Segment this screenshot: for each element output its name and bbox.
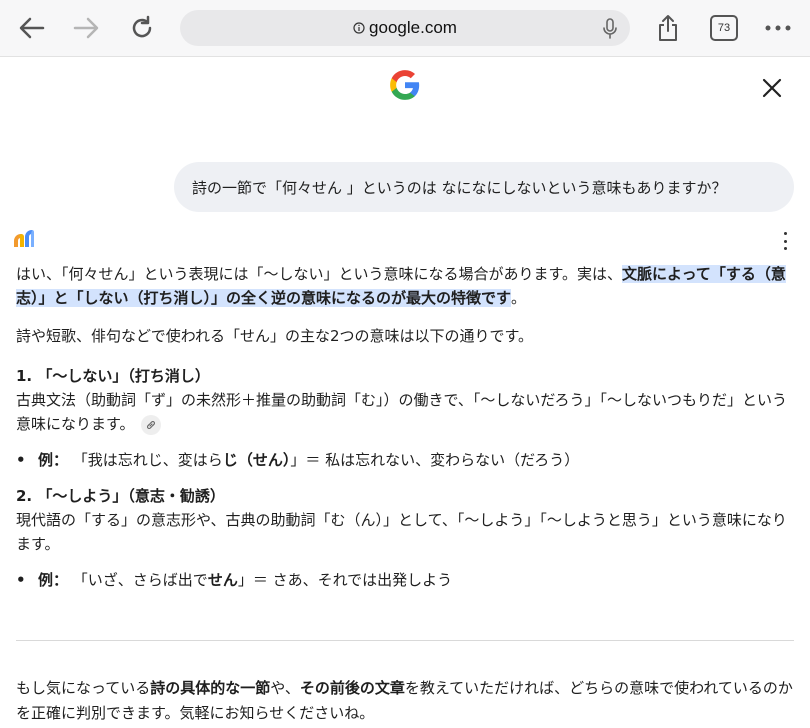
divider	[16, 640, 794, 641]
section-body-1: 古典文法（助動詞「ず」の未然形＋推量の助動詞「む」）の働きで、「〜しないだろう」…	[16, 388, 796, 436]
user-query-bubble: 詩の一節で「何々せん 」というのは なになにしないという意味もありますか？	[174, 162, 794, 212]
closing-t2: や、	[270, 679, 300, 697]
more-options-button[interactable]	[778, 232, 792, 250]
closing-b1: 詩の具体的な一節	[150, 679, 271, 697]
share-icon	[659, 15, 677, 41]
section-heading-1: 1. 「〜しない」（打ち消し）	[16, 367, 210, 385]
reload-icon	[132, 15, 152, 38]
more-vertical-icon	[783, 232, 787, 235]
example-1-bold: じ（せん）	[222, 451, 291, 469]
answer-closing: もし気になっている詩の具体的な一節や、その前後の文章を教えていただければ、どちら…	[16, 676, 796, 726]
arrow-right-icon	[73, 17, 99, 39]
google-logo	[388, 68, 422, 102]
section-heading-2: 2. 「〜しよう」（意志・勧誘）	[16, 487, 225, 505]
url-text: google.com	[369, 18, 457, 37]
link-icon	[146, 420, 155, 429]
more-vertical-dot	[783, 247, 787, 250]
google-g-icon	[390, 70, 420, 100]
example-2-a: 「いざ、さらば出で	[72, 571, 208, 589]
bullet-dot: •	[16, 451, 26, 469]
example-2-text: 例： 「いざ、さらば出でせん」＝ さあ、それでは出発しよう	[38, 568, 452, 592]
mic-button[interactable]	[602, 18, 618, 44]
intro-text: はい、「何々せん」という表現には「〜しない」という意味になる場合があります。実は…	[16, 265, 623, 283]
section-body-1-text: 古典文法（助動詞「ず」の未然形＋推量の助動詞「む」）の働きで、「〜しないだろう」…	[16, 391, 788, 433]
example-2-bold: せん	[207, 571, 238, 589]
browser-toolbar: google.com 73	[0, 0, 810, 57]
example-item-2: • 例： 「いざ、さらば出でせん」＝ さあ、それでは出発しよう	[16, 568, 796, 592]
ai-mode-icon	[12, 227, 36, 251]
example-1-b: 」＝ 私は忘れない、変わらない（だろう）	[290, 451, 580, 469]
ai-answer: はい、「何々せん」という表現には「〜しない」という意味になる場合があります。実は…	[16, 262, 796, 592]
example-item-1: • 例： 「我は忘れじ、変はらじ（せん）」＝ 私は忘れない、変わらない（だろう）	[16, 448, 796, 472]
reload-button[interactable]	[124, 10, 160, 46]
example-2-b: 」＝ さあ、それでは出発しよう	[237, 571, 453, 589]
example-label: 例：	[38, 571, 69, 589]
close-button[interactable]	[758, 74, 786, 102]
tabs-button[interactable]: 73	[710, 15, 738, 41]
info-icon	[353, 22, 365, 34]
arrow-left-icon	[19, 17, 45, 39]
menu-button[interactable]	[760, 10, 796, 46]
answer-subtitle: 詩や短歌、俳句などで使われる「せん」の主な2つの意味は以下の通りです。	[16, 327, 533, 345]
bullet-dot: •	[16, 571, 26, 589]
more-horizontal-icon	[765, 25, 791, 31]
example-1-text: 例： 「我は忘れじ、変はらじ（せん）」＝ 私は忘れない、変わらない（だろう）	[38, 448, 579, 472]
answer-intro: はい、「何々せん」という表現には「〜しない」という意味になる場合があります。実は…	[16, 262, 796, 312]
closing-t1: もし気になっている	[16, 679, 151, 697]
section-body-2: 現代語の「する」の意志形や、古典の助動詞「む（ん）」として、「〜しよう」「〜しよ…	[16, 511, 787, 553]
back-button[interactable]	[14, 10, 50, 46]
microphone-icon	[603, 18, 617, 39]
example-1-a: 「我は忘れじ、変はら	[72, 451, 223, 469]
share-button[interactable]	[650, 10, 686, 46]
forward-button[interactable]	[68, 10, 104, 46]
intro-end: 。	[511, 289, 527, 307]
user-query-text: 詩の一節で「何々せん 」というのは なになにしないという意味もありますか？	[192, 178, 727, 197]
example-label: 例：	[38, 451, 69, 469]
source-link-button[interactable]	[140, 414, 161, 435]
sparkle-icon	[14, 230, 34, 247]
close-icon	[762, 78, 782, 98]
closing-b2: その前後の文章	[299, 679, 405, 697]
address-bar[interactable]: google.com	[180, 10, 630, 46]
more-vertical-dot	[783, 239, 787, 243]
